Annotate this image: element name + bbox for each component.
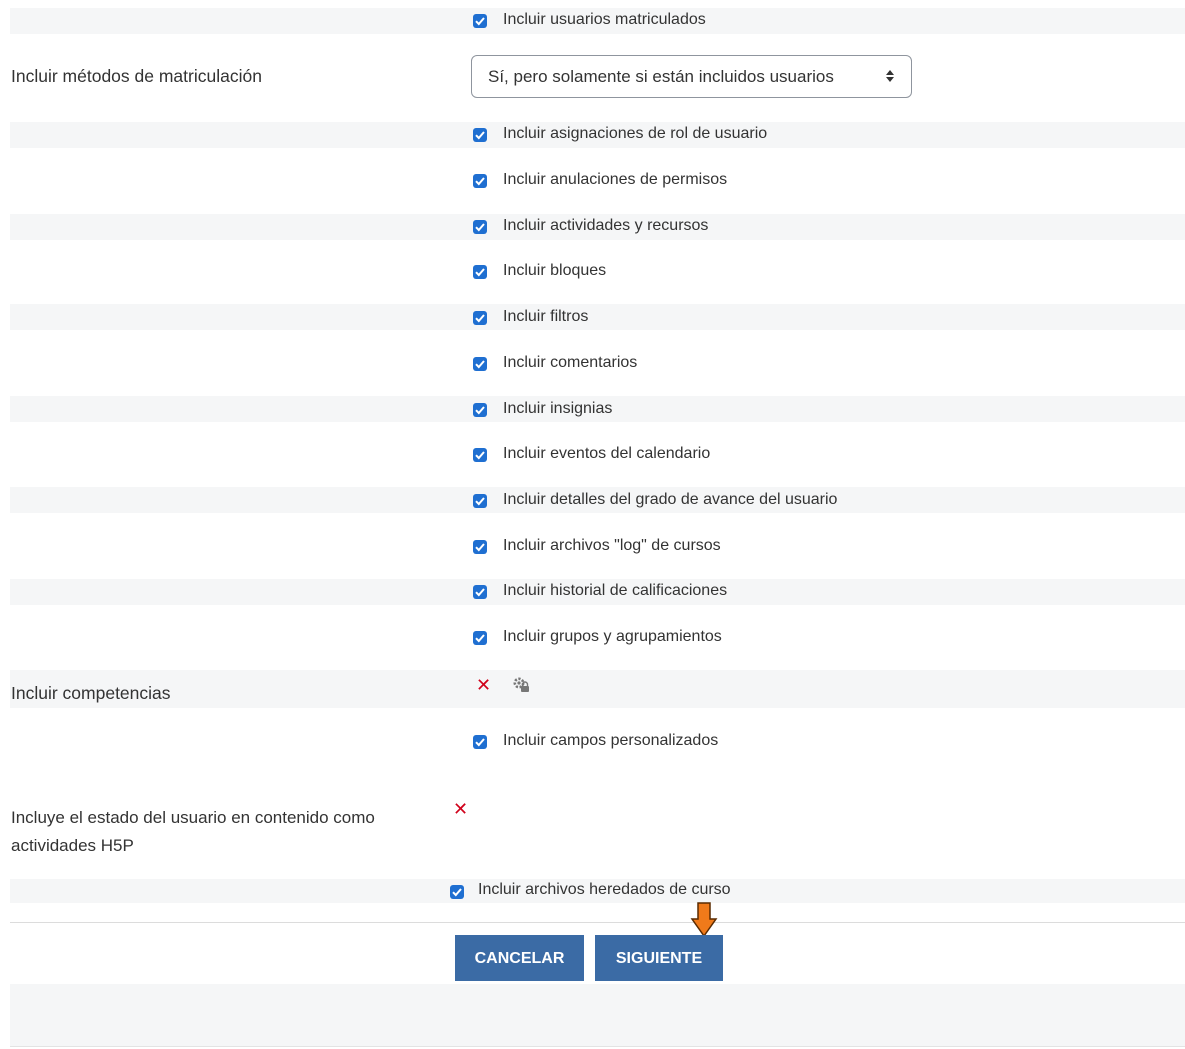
option-label: Incluir anulaciones de permisos: [503, 171, 728, 188]
red-x-icon: ✕: [453, 799, 469, 819]
h5p-label-line1: Incluye el estado del usuario en conteni…: [11, 808, 375, 827]
checkbox-asignaciones-rol[interactable]: [473, 128, 487, 142]
option-label: Incluir eventos del calendario: [503, 445, 711, 462]
checkbox-grupos-agrupamientos[interactable]: [473, 631, 487, 645]
option-label: Incluir asignaciones de rol de usuario: [503, 125, 768, 142]
check-icon: [475, 360, 485, 369]
next-button[interactable]: SIGUIENTE: [595, 935, 723, 981]
option-label: Incluir comentarios: [503, 354, 638, 371]
checkbox-insignias[interactable]: [473, 403, 487, 417]
check-icon: [475, 314, 485, 323]
select-value: Sí, pero solamente si están incluidos us…: [488, 67, 834, 86]
option-label: Incluir insignias: [503, 400, 613, 417]
option-label: Incluir grupos y agrupamientos: [503, 628, 722, 645]
check-icon: [475, 406, 485, 415]
checkbox-grado-avance[interactable]: [473, 494, 487, 508]
option-label: Incluir detalles del grado de avance del…: [503, 491, 838, 508]
enrolment-methods-label: Incluir métodos de matriculación: [11, 66, 262, 86]
check-icon: [475, 588, 485, 597]
option-label: Incluir actividades y recursos: [503, 217, 709, 234]
checkbox-archivos-log[interactable]: [473, 540, 487, 554]
footer-bar: [10, 984, 1185, 1047]
check-icon: [475, 17, 485, 26]
checkbox-filtros[interactable]: [473, 311, 487, 325]
enrolment-methods-select[interactable]: Sí, pero solamente si están incluidos us…: [471, 55, 912, 98]
red-x-icon: ✕: [476, 675, 492, 695]
option-label: Incluir usuarios matriculados: [503, 11, 706, 28]
check-icon: [475, 451, 485, 460]
checkbox-campos-personalizados[interactable]: [473, 735, 487, 749]
checkbox-archivos-heredados[interactable]: [450, 885, 464, 899]
checkbox-anulaciones-permisos[interactable]: [473, 174, 487, 188]
gear-lock-icon: [512, 676, 530, 699]
check-icon: [475, 497, 485, 506]
check-icon: [475, 177, 485, 186]
h5p-label-line2: actividades H5P: [11, 836, 134, 855]
divider: [10, 922, 1185, 923]
check-icon: [475, 131, 485, 140]
option-label: Incluir bloques: [503, 262, 607, 279]
checkbox-comentarios[interactable]: [473, 357, 487, 371]
option-label: Incluir archivos heredados de curso: [478, 881, 731, 898]
check-icon: [475, 543, 485, 552]
checkbox-eventos-calendario[interactable]: [473, 448, 487, 462]
checkbox-historial-calificaciones[interactable]: [473, 585, 487, 599]
checkbox-bloques[interactable]: [473, 265, 487, 279]
cancel-button[interactable]: CANCELAR: [455, 935, 584, 981]
select-arrows-icon: [885, 68, 895, 89]
check-icon: [475, 223, 485, 232]
check-icon: [475, 634, 485, 643]
check-icon: [475, 268, 485, 277]
checkbox-usuarios-matriculados[interactable]: [473, 14, 487, 28]
competencies-label: Incluir competencias: [11, 683, 171, 703]
check-icon: [452, 888, 462, 897]
option-label: Incluir filtros: [503, 308, 589, 325]
option-label: Incluir historial de calificaciones: [503, 582, 728, 599]
option-label: Incluir archivos "log" de cursos: [503, 537, 721, 554]
checkbox-actividades-recursos[interactable]: [473, 220, 487, 234]
check-icon: [475, 738, 485, 747]
option-label: Incluir campos personalizados: [503, 732, 719, 749]
